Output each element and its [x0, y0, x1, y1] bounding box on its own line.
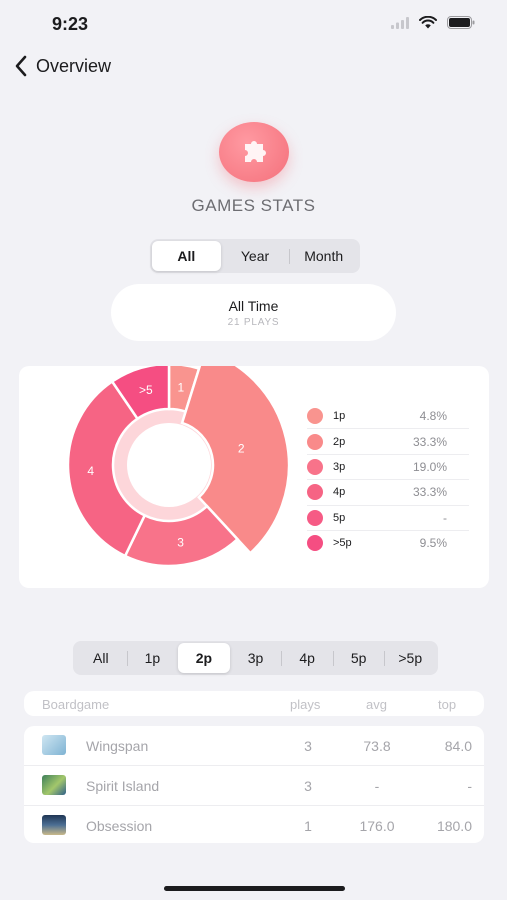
- game-top: 180.0: [436, 818, 472, 834]
- players-segmented-control: All 1p 2p 3p 4p 5p >5p: [73, 641, 438, 675]
- games-table: Wingspan 3 73.8 84.0 Spirit Island 3 - -…: [24, 726, 484, 843]
- legend-value: 33.3%: [412, 434, 447, 449]
- tab-all[interactable]: All: [152, 241, 221, 271]
- legend-label: 4p: [333, 486, 346, 499]
- legend-value: 19.0%: [412, 459, 447, 474]
- donut-slice-label: 2: [238, 442, 245, 456]
- legend-swatch: [307, 458, 323, 475]
- donut-slice-label: 1: [177, 380, 184, 394]
- legend-row[interactable]: >5p 9.5%: [307, 531, 469, 555]
- game-avg: 73.8: [363, 738, 391, 754]
- battery-icon: [447, 16, 475, 29]
- game-thumbnail: [42, 775, 66, 795]
- game-thumbnail: [42, 815, 66, 835]
- home-indicator[interactable]: [164, 886, 345, 891]
- game-thumbnail: [42, 735, 66, 755]
- game-plays: 3: [304, 778, 312, 794]
- legend-label: 1p: [333, 410, 346, 423]
- legend-row[interactable]: 2p 33.3%: [307, 429, 469, 455]
- game-name: Wingspan: [86, 738, 149, 754]
- header-top[interactable]: top: [438, 697, 456, 712]
- donut-slice-label: >5: [139, 383, 153, 397]
- tab-players-1p[interactable]: 1p: [126, 643, 179, 673]
- status-time: 9:23: [52, 14, 89, 34]
- game-top: -: [467, 778, 472, 794]
- tab-players-5p[interactable]: 5p: [332, 643, 385, 673]
- donut-chart: 1 2 3 4 >5: [66, 366, 291, 568]
- game-avg: 176.0: [359, 818, 395, 834]
- puzzle-icon: [245, 141, 266, 162]
- header-plays[interactable]: plays: [290, 697, 320, 712]
- puzzle-badge: [219, 122, 289, 182]
- legend-row[interactable]: 1p 4.8%: [307, 404, 469, 430]
- game-name: Spirit Island: [86, 778, 160, 794]
- game-plays: 1: [304, 818, 312, 834]
- legend-label: 5p: [333, 511, 346, 524]
- legend-swatch: [307, 535, 323, 552]
- donut-slice-label: 4: [87, 464, 94, 478]
- legend-label: 2p: [333, 435, 346, 448]
- header-avg[interactable]: avg: [366, 697, 387, 712]
- chart-card: 1 2 3 4 >5 1p 4.8% 2p 33.3% 3p 19.0% 4p 33.3…: [19, 366, 489, 588]
- period-segmented-control: All Year Month: [150, 239, 360, 273]
- tab-players-4p[interactable]: 4p: [281, 643, 333, 673]
- legend-row[interactable]: 4p 33.3%: [307, 480, 469, 506]
- tab-month[interactable]: Month: [289, 241, 358, 271]
- legend-value: 4.8%: [419, 409, 447, 424]
- game-name: Obsession: [86, 818, 153, 834]
- chart-legend: 1p 4.8% 2p 33.3% 3p 19.0% 4p 33.3% 5p - …: [307, 404, 469, 555]
- legend-label: >5p: [333, 537, 352, 550]
- legend-value: 33.3%: [412, 485, 447, 500]
- donut-slice-label: 3: [177, 536, 184, 550]
- legend-row[interactable]: 5p -: [307, 506, 469, 531]
- legend-row[interactable]: 3p 19.0%: [307, 455, 469, 481]
- tab-players-all[interactable]: All: [75, 643, 127, 673]
- status-icons: [391, 16, 475, 29]
- period-card[interactable]: All Time 21 PLAYS: [111, 284, 396, 341]
- tab-players-2p[interactable]: 2p: [178, 643, 230, 673]
- period-plays-count: 21 PLAYS: [227, 317, 280, 328]
- donut-hole: [127, 423, 211, 507]
- legend-swatch: [307, 509, 323, 526]
- signal-icon: [391, 16, 409, 29]
- tab-players-more-than-5p[interactable]: >5p: [384, 643, 436, 673]
- status-bar: 9:23: [0, 0, 507, 50]
- table-header: Boardgame plays avg top: [24, 691, 484, 716]
- legend-swatch: [307, 433, 323, 450]
- table-row[interactable]: Spirit Island 3 - -: [24, 766, 484, 806]
- wifi-icon: [419, 16, 437, 29]
- legend-swatch: [307, 484, 323, 501]
- back-button[interactable]: Overview: [14, 55, 111, 77]
- header-boardgame[interactable]: Boardgame: [42, 697, 109, 712]
- period-title: All Time: [228, 298, 279, 314]
- tab-year[interactable]: Year: [221, 241, 290, 271]
- game-plays: 3: [304, 738, 312, 754]
- page-title: GAMES STATS: [191, 196, 316, 215]
- legend-value: -: [443, 510, 447, 525]
- legend-label: 3p: [333, 460, 346, 473]
- game-top: 84.0: [444, 738, 472, 754]
- back-label: Overview: [36, 55, 112, 76]
- legend-swatch: [307, 408, 323, 425]
- game-avg: -: [374, 778, 380, 794]
- legend-value: 9.5%: [419, 536, 447, 551]
- tab-players-3p[interactable]: 3p: [230, 643, 282, 673]
- chevron-left-icon: [15, 55, 27, 77]
- table-row[interactable]: Obsession 1 176.0 180.0: [24, 806, 484, 845]
- table-row[interactable]: Wingspan 3 73.8 84.0: [24, 726, 484, 766]
